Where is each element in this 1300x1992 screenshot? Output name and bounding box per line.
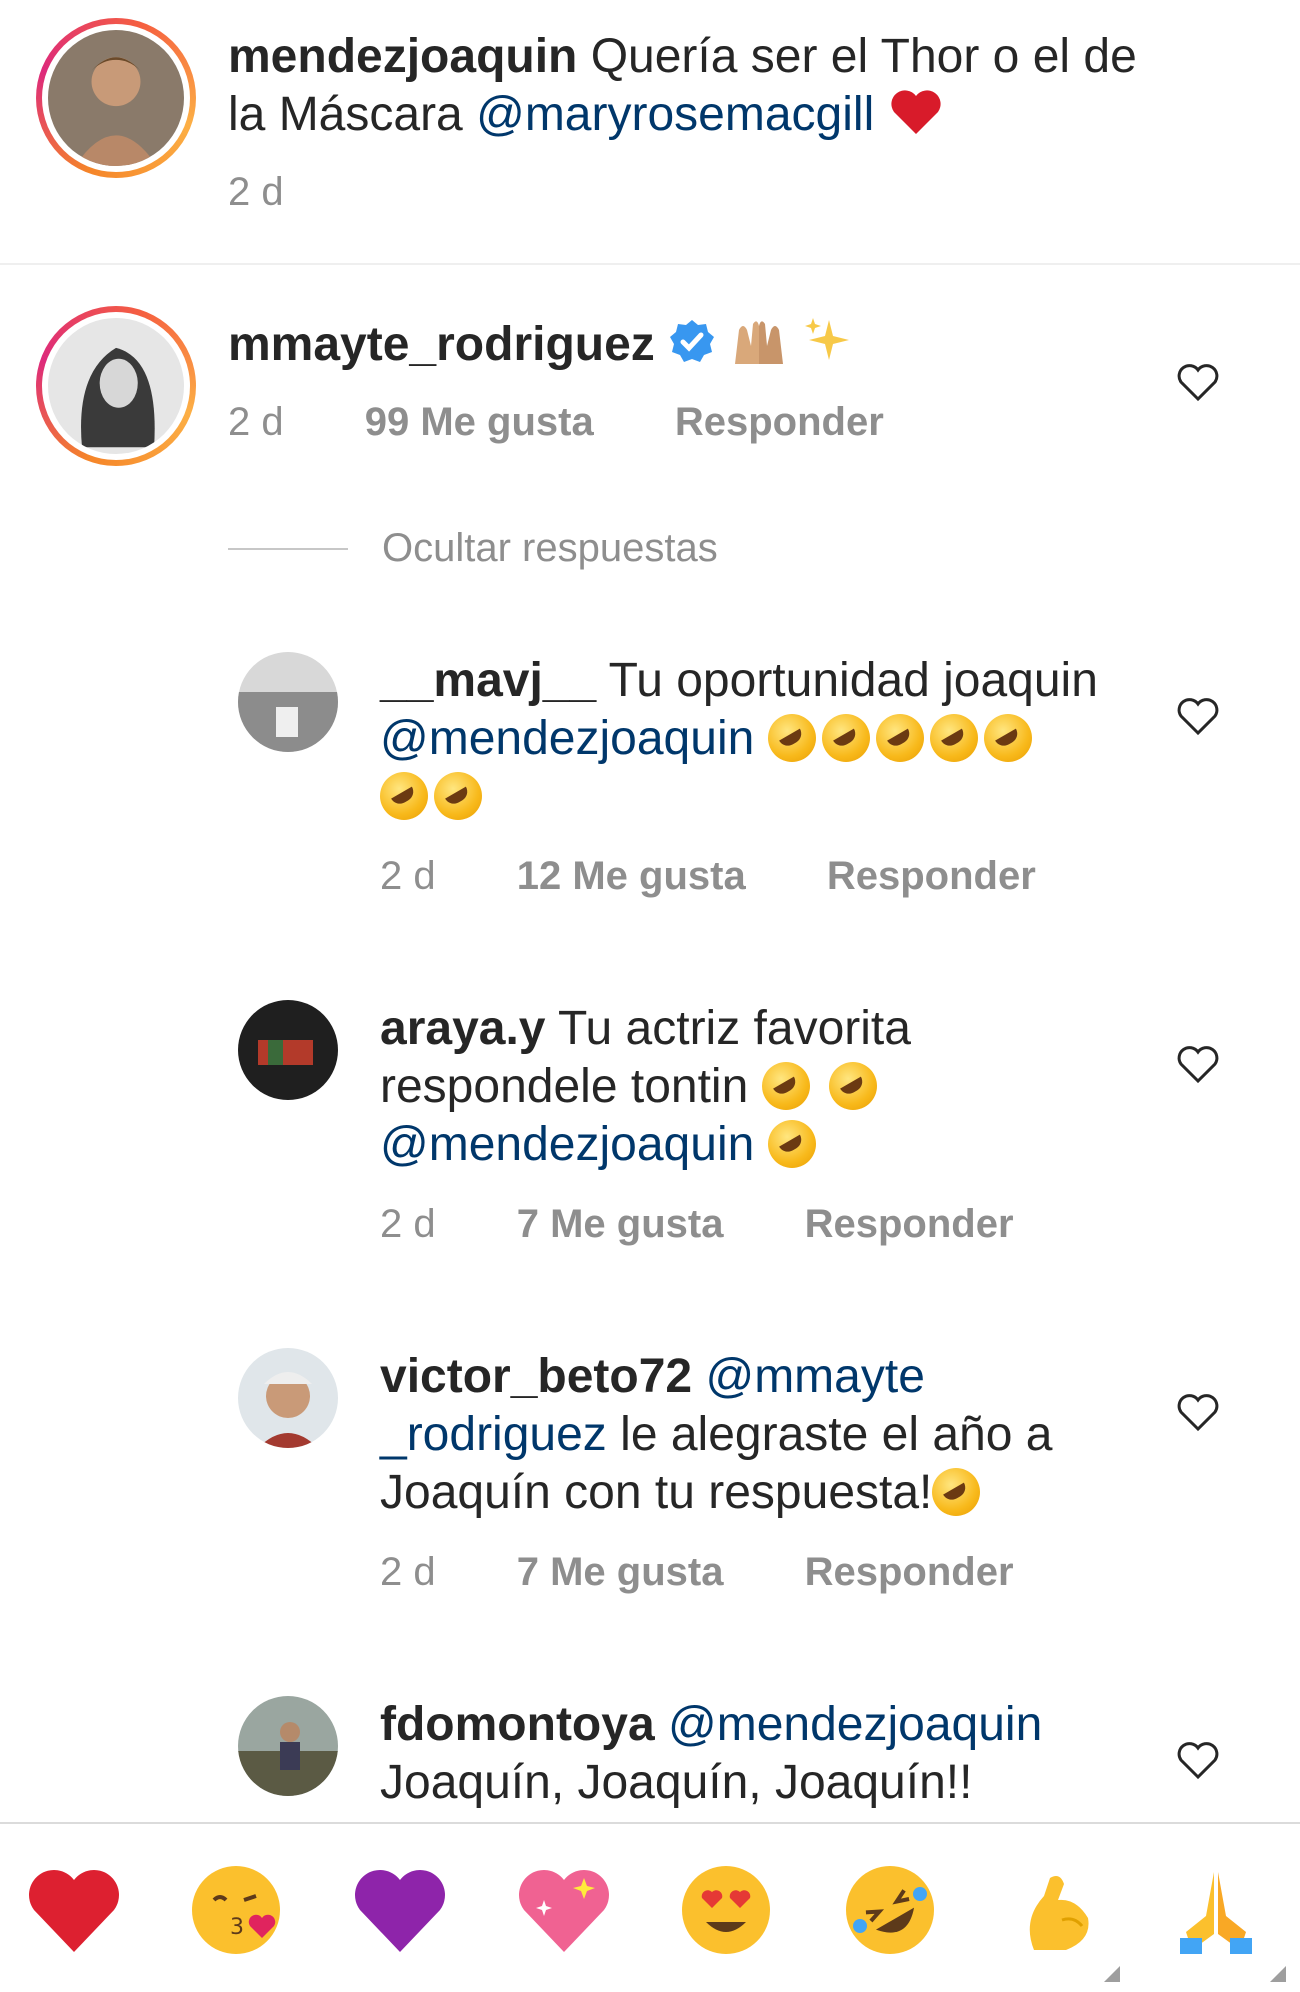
like-heart-icon[interactable] bbox=[1176, 1044, 1220, 1084]
reply-meta: 2 d 7 Me gusta Responder bbox=[380, 1550, 1014, 1595]
avatar-photo bbox=[48, 318, 184, 454]
comment-meta: 2 d 99 Me gusta Responder bbox=[228, 400, 884, 445]
svg-text:3: 3 bbox=[230, 1915, 244, 1940]
rolling-laughing-icon bbox=[875, 714, 924, 762]
caption-body: Quería ser el Thor o el de bbox=[590, 30, 1137, 83]
tears-of-joy-icon bbox=[761, 1062, 810, 1110]
reply-mention[interactable]: @mendezjoaquin bbox=[380, 712, 754, 765]
like-heart-icon[interactable] bbox=[1176, 696, 1220, 736]
reply-likes[interactable]: 7 Me gusta bbox=[517, 1550, 724, 1594]
reply-meta: 2 d 7 Me gusta Responder bbox=[380, 1202, 1014, 1247]
rolling-laughing-icon bbox=[929, 714, 978, 762]
red-heart-icon bbox=[890, 90, 941, 134]
kissing-heart-icon[interactable]: 3 bbox=[186, 1860, 286, 1960]
reply-victor-text: victor_beto72 @mmayte _rodriguez le aleg… bbox=[380, 1348, 1160, 1522]
like-heart-icon[interactable] bbox=[1176, 1392, 1220, 1432]
hide-replies-button[interactable]: Ocultar respuestas bbox=[382, 526, 718, 571]
tears-of-joy-icon bbox=[932, 1468, 981, 1516]
rolling-laughing-icon bbox=[983, 714, 1032, 762]
verified-badge-icon bbox=[670, 320, 715, 362]
red-heart-icon[interactable] bbox=[24, 1860, 124, 1960]
resize-corner-icon bbox=[1270, 1966, 1286, 1982]
resize-corner-icon bbox=[1104, 1966, 1120, 1982]
reply-time: 2 d bbox=[380, 1550, 436, 1594]
rolling-laughing-icon bbox=[434, 772, 482, 820]
comment-reply-button[interactable]: Responder bbox=[675, 400, 884, 444]
caption-username[interactable]: mendezjoaquin bbox=[228, 30, 577, 83]
sparkles-icon bbox=[804, 318, 849, 360]
surprised-face-icon bbox=[828, 1062, 877, 1110]
avatar-photo bbox=[238, 652, 338, 752]
rolling-laughing-icon[interactable] bbox=[840, 1860, 940, 1960]
reply-username[interactable]: araya.y bbox=[380, 1002, 546, 1055]
reply-mavj-text: __mavj__ Tu oportunidad joaquin @mendezj… bbox=[380, 652, 1140, 826]
rolling-laughing-icon bbox=[767, 714, 816, 762]
comment-likes[interactable]: 99 Me gusta bbox=[365, 400, 594, 444]
comment-avatar-mmayte[interactable] bbox=[36, 306, 196, 466]
comment-time: 2 d bbox=[228, 400, 284, 444]
reply-araya-text: araya.y Tu actriz favorita respondele to… bbox=[380, 1000, 1140, 1174]
comment-username[interactable]: mmayte_rodriguez bbox=[228, 318, 655, 371]
reply-avatar-araya[interactable] bbox=[238, 1000, 338, 1100]
reply-likes[interactable]: 12 Me gusta bbox=[517, 854, 746, 898]
caption-divider bbox=[0, 263, 1300, 265]
reply-body: Joaquín, Joaquín, Joaquín!! bbox=[380, 1756, 973, 1809]
comment-mmayte-text: mmayte_rodriguez bbox=[228, 316, 851, 374]
caption-avatar[interactable] bbox=[36, 18, 196, 178]
like-heart-icon[interactable] bbox=[1176, 362, 1220, 402]
raising-hands-icon bbox=[735, 321, 784, 364]
reply-username[interactable]: victor_beto72 bbox=[380, 1350, 692, 1403]
folded-hands-icon[interactable] bbox=[1166, 1860, 1266, 1960]
reply-avatar-victor[interactable] bbox=[238, 1348, 338, 1448]
purple-heart-icon[interactable] bbox=[350, 1860, 450, 1960]
reply-button[interactable]: Responder bbox=[805, 1550, 1014, 1594]
reply-likes[interactable]: 7 Me gusta bbox=[517, 1202, 724, 1246]
reply-body: le alegraste el año a bbox=[620, 1408, 1053, 1461]
rolling-laughing-icon bbox=[380, 772, 428, 820]
reply-mention[interactable]: @mendezjoaquin bbox=[668, 1698, 1042, 1751]
reply-meta: 2 d 12 Me gusta Responder bbox=[380, 854, 1036, 899]
reply-fdomontoya-text: fdomontoya @mendezjoaquin Joaquín, Joaqu… bbox=[380, 1696, 1160, 1812]
reply-button[interactable]: Responder bbox=[827, 854, 1036, 898]
tears-of-joy-icon bbox=[767, 1120, 816, 1168]
reply-avatar-mavj[interactable] bbox=[238, 652, 338, 752]
reply-mention-2[interactable]: _rodriguez bbox=[380, 1408, 607, 1461]
like-heart-icon[interactable] bbox=[1176, 1740, 1220, 1780]
reply-avatar-fdomontoya[interactable] bbox=[238, 1696, 338, 1796]
rolling-laughing-icon bbox=[821, 714, 870, 762]
reply-time: 2 d bbox=[380, 1202, 436, 1246]
reply-mention[interactable]: @mendezjoaquin bbox=[380, 1118, 754, 1171]
caption-time: 2 d bbox=[228, 170, 284, 214]
avatar-photo bbox=[238, 1696, 338, 1796]
hide-replies-line bbox=[228, 548, 348, 550]
avatar-photo bbox=[238, 1000, 338, 1100]
reply-body-2: Joaquín con tu respuesta! bbox=[380, 1466, 933, 1519]
reply-button[interactable]: Responder bbox=[805, 1202, 1014, 1246]
reply-time: 2 d bbox=[380, 854, 436, 898]
sparkling-heart-icon[interactable] bbox=[514, 1860, 614, 1960]
caption-text: mendezjoaquin Quería ser el Thor o el de… bbox=[228, 28, 1248, 144]
reply-username[interactable]: fdomontoya bbox=[380, 1698, 655, 1751]
caption-mention[interactable]: @maryrosemacgill bbox=[476, 88, 874, 141]
reply-body-2: respondele tontin bbox=[380, 1060, 749, 1113]
reply-username[interactable]: __mavj__ bbox=[380, 654, 596, 707]
flexed-biceps-icon[interactable] bbox=[1004, 1860, 1104, 1960]
avatar-photo bbox=[238, 1348, 338, 1448]
avatar-photo bbox=[48, 30, 184, 166]
reply-body: Tu oportunidad joaquin bbox=[608, 654, 1098, 707]
heart-eyes-icon[interactable] bbox=[676, 1860, 776, 1960]
reply-body: Tu actriz favorita bbox=[557, 1002, 911, 1055]
reply-mention[interactable]: @mmayte bbox=[705, 1350, 924, 1403]
caption-body-2: la Máscara bbox=[228, 88, 463, 141]
